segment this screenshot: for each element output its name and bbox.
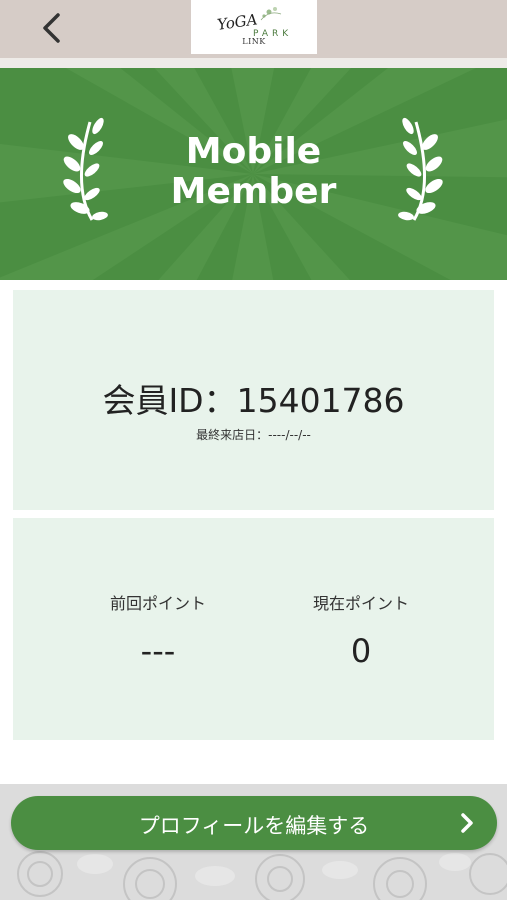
- brand-logo: YoGA PARK LINK: [191, 0, 317, 54]
- member-banner: Mobile Member: [0, 68, 507, 280]
- banner-title-line2: Member: [170, 171, 337, 212]
- last-visit-date: 最終来店日：----/--/--: [196, 428, 311, 442]
- header-divider: [0, 58, 507, 68]
- logo-graphic: YoGA PARK: [216, 7, 288, 39]
- edit-profile-button[interactable]: プロフィールを編集する: [11, 796, 497, 850]
- edit-profile-label: プロフィールを編集する: [138, 814, 370, 838]
- current-points-value: 0: [350, 632, 372, 670]
- app-header: YoGA PARK LINK: [0, 0, 507, 58]
- member-id: 会員ID：15401786: [102, 381, 405, 420]
- current-points: 現在ポイント 0: [261, 518, 461, 670]
- logo-subtext: LINK: [242, 37, 266, 46]
- previous-points: 前回ポイント ---: [58, 518, 258, 670]
- chevron-right-icon: [461, 813, 473, 833]
- points-card: 前回ポイント --- 現在ポイント 0: [13, 518, 494, 740]
- member-id-card: 会員ID：15401786 最終来店日：----/--/--: [13, 290, 494, 510]
- banner-title-line1: Mobile: [185, 131, 322, 172]
- back-button[interactable]: [30, 8, 74, 48]
- chevron-left-icon: [43, 13, 60, 43]
- current-points-label: 現在ポイント: [312, 594, 409, 613]
- previous-points-value: ---: [140, 632, 176, 670]
- previous-points-label: 前回ポイント: [109, 594, 206, 613]
- banner-title: Mobile Member: [0, 132, 507, 212]
